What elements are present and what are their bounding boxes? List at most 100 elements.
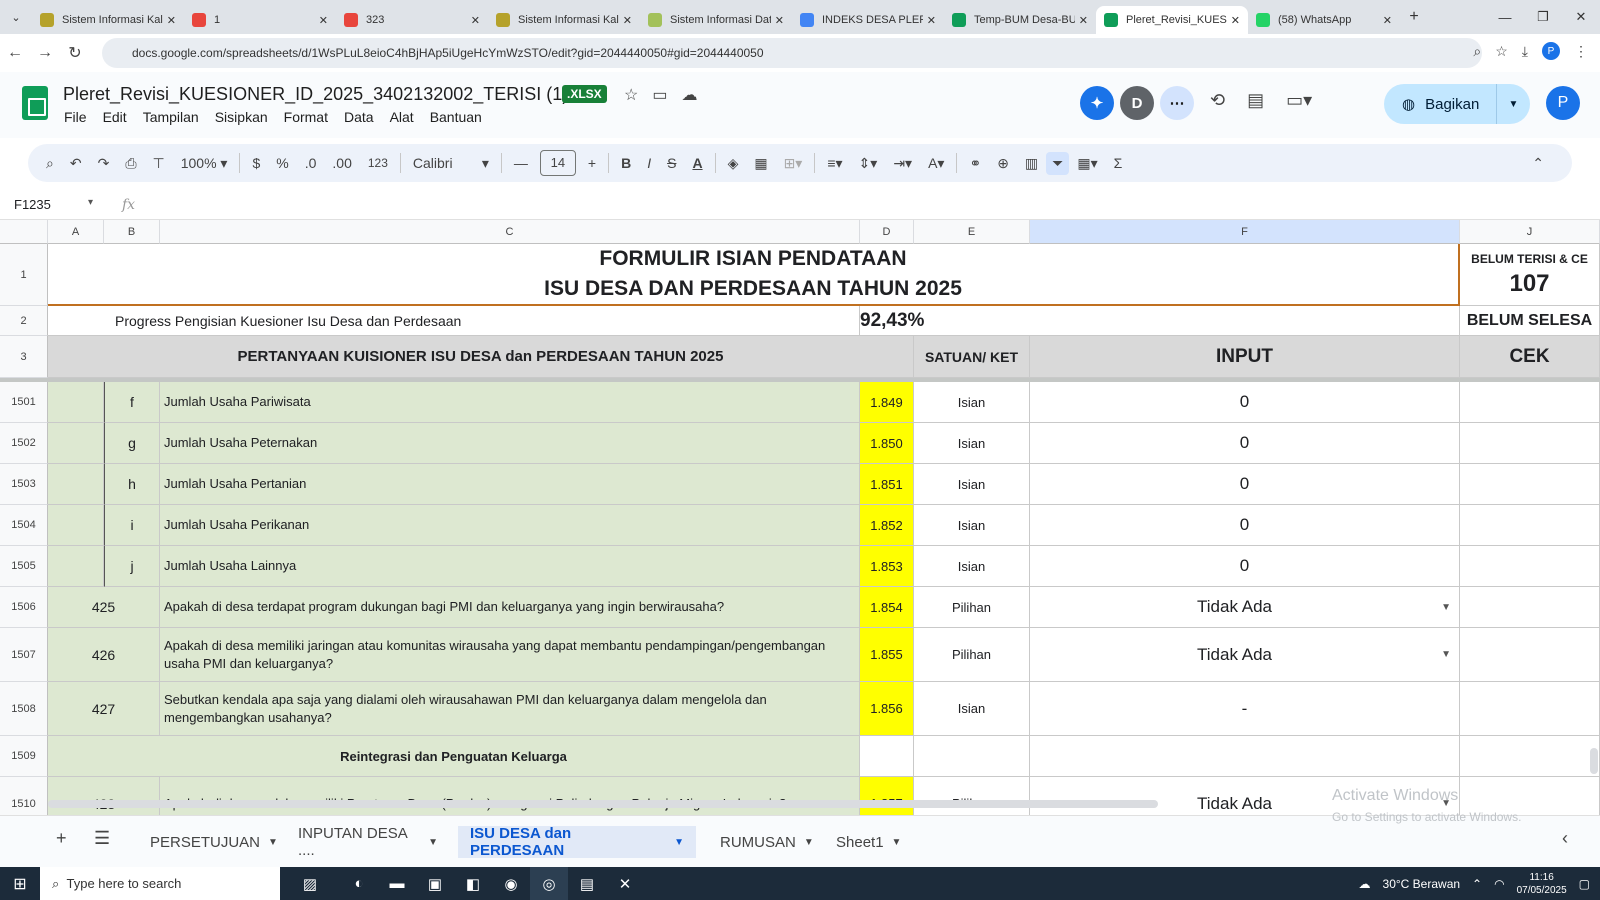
sheet-tab-menu-icon[interactable]: ▼ <box>804 837 814 848</box>
search-menus-icon[interactable]: ⌕ <box>38 155 62 172</box>
browser-tab[interactable]: Temp-BUM Desa-BUI ✕ <box>944 6 1096 34</box>
clock[interactable]: 11:16 07/05/2025 <box>1517 871 1567 897</box>
forward-icon[interactable]: → <box>30 44 60 62</box>
browser-tab[interactable]: 1 ✕ <box>184 6 336 34</box>
column-header[interactable]: B <box>104 220 160 244</box>
number-format-button[interactable]: 123 <box>360 156 396 170</box>
cell-code[interactable]: 1.855 <box>860 628 914 682</box>
input-cell[interactable]: 0 <box>1030 546 1460 587</box>
cell-unit[interactable]: Pilihan <box>914 587 1030 628</box>
name-box[interactable]: F1235 <box>0 197 100 212</box>
print-icon[interactable]: ⎙ <box>117 155 144 172</box>
collaborator-avatar-anon[interactable]: ✦ <box>1080 86 1114 120</box>
cell-unit[interactable]: Isian <box>914 423 1030 464</box>
merge-cells-icon[interactable]: ⊞▾ <box>776 155 811 172</box>
cell-cek[interactable] <box>1460 423 1600 464</box>
cell-question[interactable]: Jumlah Usaha Perikanan <box>160 505 860 546</box>
sheet-tab-menu-icon[interactable]: ▼ <box>892 837 902 848</box>
cell-code[interactable]: 1.850 <box>860 423 914 464</box>
currency-button[interactable]: $ <box>244 155 268 171</box>
cell-unit[interactable]: Isian <box>914 682 1030 736</box>
input-cell[interactable]: 0 <box>1030 382 1460 423</box>
menu-item[interactable]: Format <box>284 109 328 125</box>
text-rotation-icon[interactable]: A▾ <box>920 155 952 172</box>
column-header[interactable]: E <box>914 220 1030 244</box>
file-explorer-icon[interactable]: ▬ <box>378 867 416 900</box>
cell-unit[interactable]: Isian <box>914 505 1030 546</box>
menu-item[interactable]: Alat <box>390 109 414 125</box>
cell-a[interactable] <box>48 464 104 505</box>
bold-icon[interactable]: B <box>613 155 639 171</box>
url-input[interactable]: docs.google.com/spreadsheets/d/1WsPLuL8e… <box>102 38 1482 68</box>
bookmark-star-icon[interactable]: ☆ <box>1495 43 1508 60</box>
cell-b[interactable]: j <box>104 546 160 587</box>
browser-tab[interactable]: Sistem Informasi Kalu ✕ <box>32 6 184 34</box>
tab-close-icon[interactable]: ✕ <box>1383 14 1392 27</box>
tab-close-icon[interactable]: ✕ <box>623 14 632 27</box>
cell-unit[interactable]: Isian <box>914 546 1030 587</box>
select-all-corner[interactable] <box>0 220 48 244</box>
cell-question-number[interactable]: 427 <box>48 682 160 736</box>
font-size-increase-icon[interactable]: + <box>580 155 604 171</box>
row-header[interactable]: 1 <box>0 244 48 306</box>
row-header[interactable]: 2 <box>0 306 48 336</box>
tab-close-icon[interactable]: ✕ <box>1231 14 1240 27</box>
browser-tab[interactable]: 323 ✕ <box>336 6 488 34</box>
sheet-tab[interactable]: PERSETUJUAN ▼ <box>138 826 278 858</box>
cell-b[interactable]: h <box>104 464 160 505</box>
cell-f[interactable] <box>1030 736 1460 777</box>
cell-unit[interactable]: Pilihan <box>914 777 1030 815</box>
row-header[interactable]: 1501 <box>0 382 48 423</box>
functions-icon[interactable]: Σ <box>1106 155 1131 171</box>
input-cell[interactable]: 0 <box>1030 464 1460 505</box>
cell-cek[interactable] <box>1460 464 1600 505</box>
input-cell[interactable]: - <box>1030 682 1460 736</box>
browser-tab[interactable]: INDEKS DESA PLERET ✕ <box>792 6 944 34</box>
input-cell[interactable]: 0 <box>1030 423 1460 464</box>
sheet-tab[interactable]: Sheet1 ▼ <box>824 826 914 858</box>
column-header[interactable]: C <box>160 220 860 244</box>
input-cell[interactable]: 0 <box>1030 505 1460 546</box>
edge-icon[interactable]: ◉ <box>492 867 530 900</box>
star-icon[interactable]: ☆ <box>624 85 638 105</box>
cell-cek[interactable] <box>1460 682 1600 736</box>
row-header[interactable]: 1509 <box>0 736 48 777</box>
row-header[interactable]: 1502 <box>0 423 48 464</box>
cell-d[interactable] <box>860 736 914 777</box>
cell-a[interactable] <box>48 505 104 546</box>
redo-icon[interactable]: ↷ <box>90 155 118 172</box>
cell-j[interactable] <box>1460 736 1600 777</box>
font-size-input[interactable]: 14 <box>539 150 576 176</box>
store-icon[interactable]: ▣ <box>416 867 454 900</box>
notifications-icon[interactable]: ▢ <box>1579 877 1590 891</box>
browser-tab[interactable]: (58) WhatsApp ✕ <box>1248 6 1400 34</box>
zoom-select[interactable]: 100% ▾ <box>173 155 236 172</box>
cell-b[interactable]: i <box>104 505 160 546</box>
cell-code[interactable]: 1.853 <box>860 546 914 587</box>
all-sheets-icon[interactable]: ☰ <box>94 828 110 849</box>
row-header[interactable]: 1508 <box>0 682 48 736</box>
insert-chart-icon[interactable]: ▥ <box>1017 155 1046 172</box>
sheet-tab-menu-icon[interactable]: ▼ <box>428 837 438 848</box>
browser-menu-icon[interactable]: ⋮ <box>1574 43 1588 60</box>
row-header[interactable]: 3 <box>0 336 48 378</box>
sheet-tab-menu-icon[interactable]: ▼ <box>268 837 278 848</box>
outlook-icon[interactable]: ◧ <box>454 867 492 900</box>
cell-unit[interactable]: Isian <box>914 382 1030 423</box>
cell-question-number[interactable]: 425 <box>48 587 160 628</box>
tab-search-icon[interactable]: ⌄ <box>0 0 32 34</box>
row-header[interactable]: 1510 <box>0 777 48 815</box>
spreadsheet-grid[interactable]: A B C D E F J 1 2 3 FORMULIR ISIAN PENDATAAN ISU DE… <box>0 220 1600 815</box>
cell-question[interactable]: Apakah di desa memiliki jaringan atau ko… <box>160 628 860 682</box>
menu-item[interactable]: Edit <box>103 109 127 125</box>
undo-icon[interactable]: ↶ <box>62 155 90 172</box>
app-icon[interactable]: ▤ <box>568 867 606 900</box>
filter-views-icon[interactable]: ▦▾ <box>1069 155 1105 172</box>
text-color-icon[interactable]: A <box>684 155 710 171</box>
fill-color-icon[interactable]: ◈ <box>720 155 747 172</box>
column-header[interactable]: F <box>1030 220 1460 244</box>
cell-code[interactable]: 1.856 <box>860 682 914 736</box>
vertical-scrollbar[interactable] <box>1590 748 1598 774</box>
cell-code[interactable]: 1.854 <box>860 587 914 628</box>
taskbar-search[interactable]: ⌕ Type here to search <box>40 867 280 900</box>
